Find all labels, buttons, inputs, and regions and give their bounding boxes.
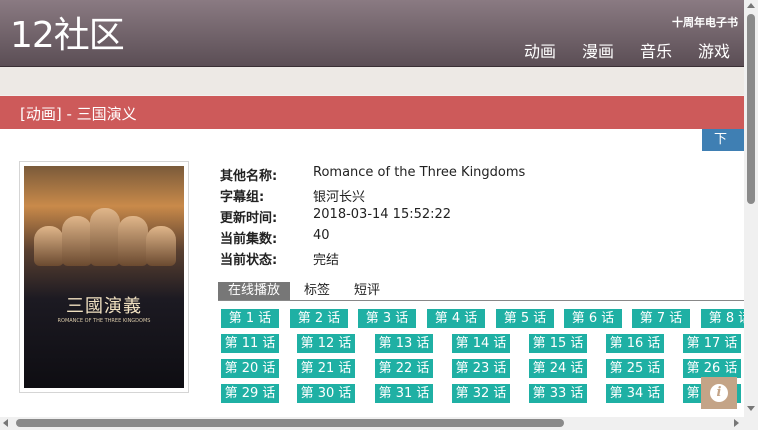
info-row: 字幕组: 银河长兴	[220, 186, 525, 207]
poster-image[interactable]: 三國演義 ROMANCE OF THE THREE KINGDOMS	[24, 166, 184, 388]
episode-button[interactable]: 第 25 话	[606, 359, 664, 378]
episode-button[interactable]: 第 1 话	[221, 309, 279, 328]
info-value: 2018-03-14 15:52:22	[313, 207, 452, 222]
episode-button[interactable]: 第 14 话	[452, 334, 510, 353]
nav-item-music[interactable]: 音乐	[640, 38, 672, 62]
vertical-scrollbar[interactable]	[744, 0, 758, 430]
episode-button[interactable]: 第 13 话	[375, 334, 433, 353]
episode-button[interactable]: 第 11 话	[221, 334, 279, 353]
episode-button[interactable]: 第 29 话	[221, 384, 279, 403]
nav-item-anime[interactable]: 动画	[524, 38, 556, 62]
tab-online-play[interactable]: 在线播放	[218, 282, 291, 300]
scroll-left-icon[interactable]	[3, 419, 8, 427]
poster-frame: 三國演義 ROMANCE OF THE THREE KINGDOMS	[19, 161, 189, 393]
tab-tags[interactable]: 标签	[294, 282, 340, 300]
vertical-scroll-thumb[interactable]	[747, 14, 755, 204]
episode-button[interactable]: 第 32 话	[452, 384, 510, 403]
episode-button[interactable]: 第 3 话	[358, 309, 416, 328]
info-label: 字幕组:	[220, 190, 265, 205]
page-title: [动画] - 三国演义	[20, 105, 137, 123]
episode-button[interactable]: 第 6 话	[564, 309, 622, 328]
episode-button[interactable]: 第 23 话	[452, 359, 510, 378]
poster-subtitle: ROMANCE OF THE THREE KINGDOMS	[57, 318, 151, 324]
episode-button[interactable]: 第 7 话	[632, 309, 690, 328]
info-row: 更新时间: 2018-03-14 15:52:22	[220, 207, 525, 228]
episode-button[interactable]: 第 24 话	[529, 359, 587, 378]
main-nav: 动画 漫画 音乐 游戏	[524, 38, 730, 62]
episode-button[interactable]: 第 16 话	[606, 334, 664, 353]
tab-comments[interactable]: 短评	[344, 282, 390, 300]
info-value: 40	[313, 228, 330, 243]
site-header: 12社区 十周年电子书 动画 漫画 音乐 游戏	[0, 0, 744, 67]
info-label: 当前状态:	[220, 253, 278, 268]
episode-button[interactable]: 第 5 话	[496, 309, 554, 328]
scroll-up-icon[interactable]	[747, 3, 755, 8]
info-label: 更新时间:	[220, 211, 278, 226]
episode-button[interactable]: 第 33 话	[529, 384, 587, 403]
info-row: 当前状态: 完结	[220, 249, 525, 270]
detail-tabs: 在线播放 标签 短评	[218, 282, 744, 301]
info-button[interactable]: i	[701, 377, 737, 409]
episode-button[interactable]: 第 31 话	[375, 384, 433, 403]
info-label: 其他名称:	[220, 169, 278, 184]
episode-button[interactable]: 第 22 话	[375, 359, 433, 378]
episode-button[interactable]: 第 21 话	[297, 359, 355, 378]
episode-button[interactable]: 第 26 话	[683, 359, 741, 378]
title-bar: [动画] - 三国演义	[0, 96, 744, 129]
episode-button[interactable]: 第 8 话	[701, 309, 744, 328]
site-logo[interactable]: 12社区	[10, 14, 125, 58]
poster-figures	[34, 206, 176, 266]
nav-item-game[interactable]: 游戏	[698, 38, 730, 62]
info-label: 当前集数:	[220, 232, 278, 247]
info-icon: i	[710, 384, 728, 402]
episode-button[interactable]: 第 12 话	[297, 334, 355, 353]
poster-title: 三國演義	[66, 296, 142, 317]
nav-item-comic[interactable]: 漫画	[582, 38, 614, 62]
horizontal-scroll-thumb[interactable]	[16, 419, 564, 427]
episode-button[interactable]: 第 2 话	[290, 309, 348, 328]
info-list: 其他名称: Romance of the Three Kingdoms 字幕组: 银…	[220, 165, 525, 270]
info-value: 银河长兴	[313, 190, 366, 205]
info-value: 完结	[313, 253, 340, 268]
info-value: Romance of the Three Kingdoms	[313, 165, 526, 180]
info-row: 当前集数: 40	[220, 228, 525, 249]
ebook-link[interactable]: 十周年电子书	[672, 14, 738, 30]
sub-band	[0, 67, 744, 95]
scroll-right-icon[interactable]	[734, 419, 739, 427]
episode-button[interactable]: 第 15 话	[529, 334, 587, 353]
episode-button[interactable]: 第 30 话	[297, 384, 355, 403]
download-tab[interactable]: 下	[702, 129, 744, 151]
episode-button[interactable]: 第 34 话	[606, 384, 664, 403]
episode-button[interactable]: 第 4 话	[427, 309, 485, 328]
horizontal-scrollbar[interactable]	[0, 417, 744, 430]
content-panel: 下 三國演義 ROMANCE OF THE THREE KINGDOMS 其他名…	[0, 129, 744, 417]
episode-button[interactable]: 第 17 话	[683, 334, 741, 353]
episode-button[interactable]: 第 20 话	[221, 359, 279, 378]
info-row: 其他名称: Romance of the Three Kingdoms	[220, 165, 525, 186]
scroll-down-icon[interactable]	[747, 406, 755, 411]
